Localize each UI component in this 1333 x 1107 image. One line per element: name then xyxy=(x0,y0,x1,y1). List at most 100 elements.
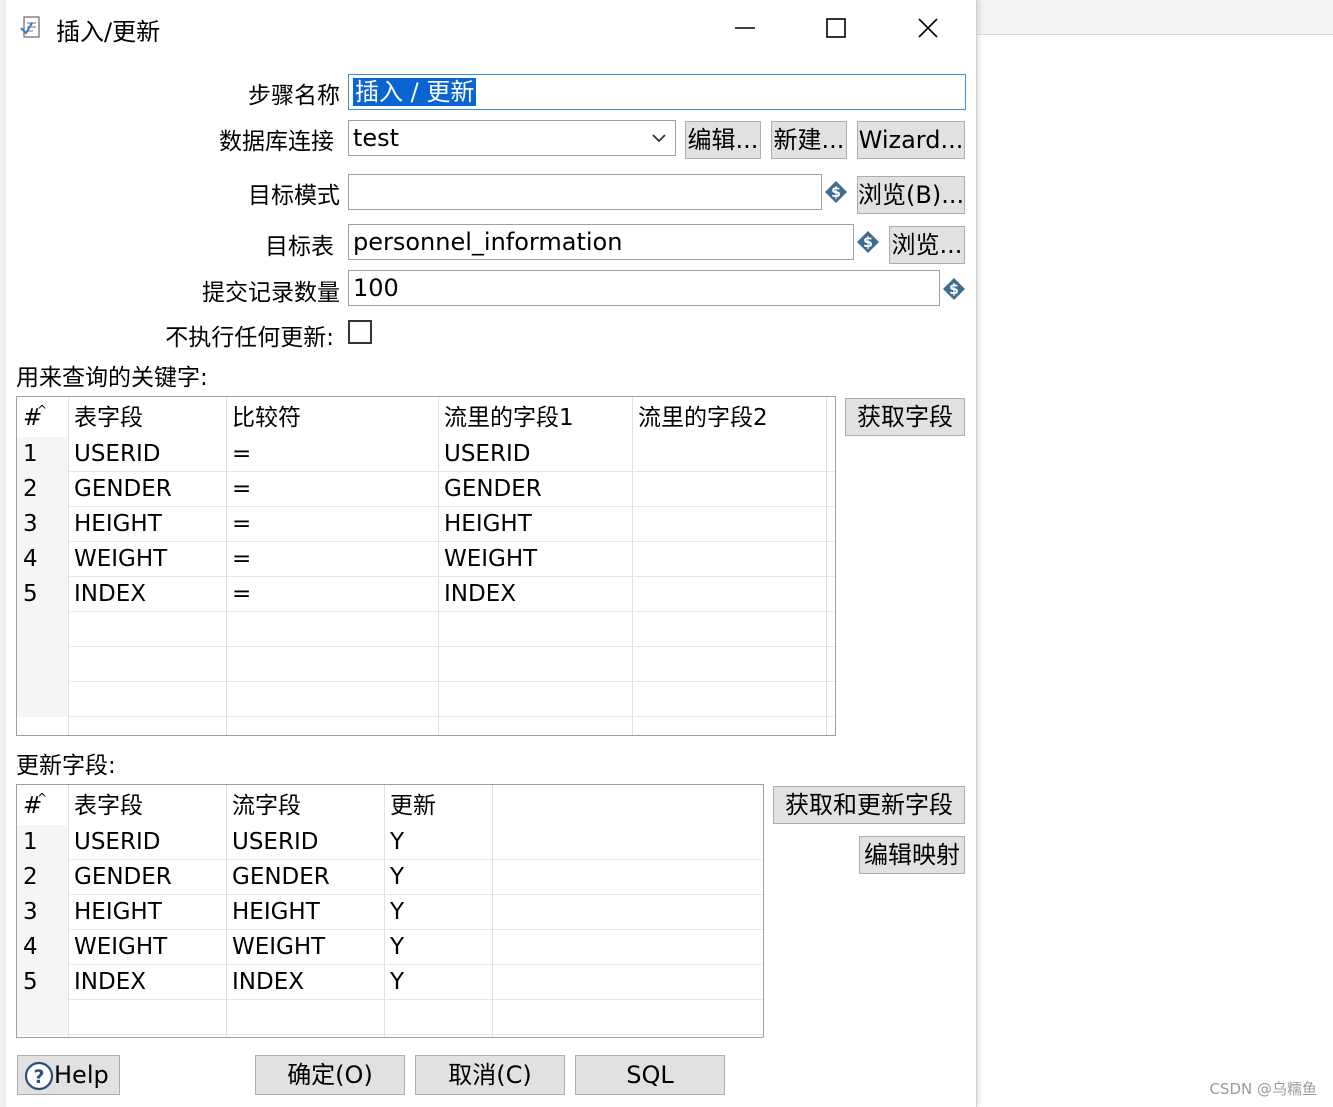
row-number: 5 xyxy=(17,965,68,1000)
stream-field1-cell[interactable]: GENDER xyxy=(438,472,542,507)
comparator-cell[interactable]: = xyxy=(226,507,251,542)
stream-field1-cell[interactable]: USERID xyxy=(438,437,530,472)
table-field-cell[interactable]: GENDER xyxy=(68,860,172,895)
title-bar: 插入/更新 xyxy=(6,0,976,56)
stream-field1-cell[interactable]: HEIGHT xyxy=(438,507,532,542)
table-field-cell[interactable]: INDEX xyxy=(68,577,146,612)
column-header[interactable]: 流里的字段2 xyxy=(632,401,768,436)
table-header-row: # ^ 表字段 流字段 更新 xyxy=(17,789,763,824)
table-field-cell[interactable]: INDEX xyxy=(68,965,146,1000)
comparator-cell[interactable]: = xyxy=(226,437,251,472)
row-number xyxy=(17,647,68,682)
row-number: 1 xyxy=(17,437,68,472)
stream-field-cell[interactable]: INDEX xyxy=(226,965,304,1000)
stream-field-cell[interactable]: WEIGHT xyxy=(226,930,325,965)
row-number xyxy=(17,612,68,647)
table-row[interactable]: 5 INDEX INDEX Y xyxy=(17,965,763,1000)
table-row[interactable]: 3 HEIGHT = HEIGHT xyxy=(17,507,835,542)
column-header[interactable]: 流字段 xyxy=(226,789,301,824)
chevron-down-icon xyxy=(652,134,666,143)
table-field-cell[interactable]: HEIGHT xyxy=(68,895,162,930)
table-field-cell[interactable]: USERID xyxy=(68,437,160,472)
variable-icon[interactable]: $ xyxy=(824,180,848,204)
new-connection-button[interactable]: 新建... xyxy=(771,121,847,159)
stream-field-cell[interactable]: HEIGHT xyxy=(226,895,320,930)
keys-table[interactable]: # ^ 表字段 比较符 流里的字段1 流里的字段2 1 USERID = USE… xyxy=(16,396,836,736)
wizard-button[interactable]: Wizard... xyxy=(857,121,965,159)
table-field-cell[interactable]: HEIGHT xyxy=(68,507,162,542)
edit-connection-button[interactable]: 编辑... xyxy=(685,121,761,159)
step-name-input[interactable]: 插入 / 更新 xyxy=(348,74,966,110)
row-number: 2 xyxy=(17,860,68,895)
table-field-cell[interactable]: USERID xyxy=(68,825,160,860)
target-table-input[interactable]: personnel_information xyxy=(348,224,854,260)
variable-icon[interactable]: $ xyxy=(942,277,966,301)
help-icon: ? xyxy=(24,1061,54,1091)
table-row-empty[interactable] xyxy=(17,682,835,717)
stream-field1-cell[interactable]: WEIGHT xyxy=(438,542,537,577)
column-header[interactable]: 表字段 xyxy=(68,401,143,436)
update-flag-cell[interactable]: Y xyxy=(384,860,404,895)
target-table-label: 目标表 xyxy=(265,234,334,260)
stream-field2-cell[interactable] xyxy=(632,437,638,472)
variable-icon[interactable]: $ xyxy=(856,230,880,254)
table-row[interactable]: 4 WEIGHT WEIGHT Y xyxy=(17,930,763,965)
db-connection-combo[interactable]: test xyxy=(348,120,676,156)
table-field-cell[interactable]: WEIGHT xyxy=(68,542,167,577)
browse-schema-button[interactable]: 浏览(B)... xyxy=(857,176,965,214)
close-button[interactable] xyxy=(905,10,951,46)
column-header[interactable]: 流里的字段1 xyxy=(438,401,574,436)
stream-field2-cell[interactable] xyxy=(632,542,638,577)
table-row[interactable]: 3 HEIGHT HEIGHT Y xyxy=(17,895,763,930)
table-row[interactable]: 4 WEIGHT = WEIGHT xyxy=(17,542,835,577)
update-flag-cell[interactable]: Y xyxy=(384,895,404,930)
table-header-row: # ^ 表字段 比较符 流里的字段1 流里的字段2 xyxy=(17,401,835,436)
row-number xyxy=(17,1000,68,1035)
stream-field2-cell[interactable] xyxy=(632,577,638,612)
get-fields-button[interactable]: 获取字段 xyxy=(845,398,965,436)
maximize-button[interactable] xyxy=(813,10,859,46)
minimize-button[interactable] xyxy=(722,10,768,46)
ok-button[interactable]: 确定(O) xyxy=(255,1055,405,1095)
table-row[interactable]: 1 USERID = USERID xyxy=(17,437,835,472)
comparator-cell[interactable]: = xyxy=(226,577,251,612)
commit-size-label: 提交记录数量 xyxy=(202,280,340,306)
commit-size-input[interactable]: 100 xyxy=(348,270,940,306)
table-row-empty[interactable] xyxy=(17,647,835,682)
table-row[interactable]: 2 GENDER = GENDER xyxy=(17,472,835,507)
browse-table-button[interactable]: 浏览... xyxy=(889,226,965,264)
comparator-cell[interactable]: = xyxy=(226,542,251,577)
column-header[interactable]: 比较符 xyxy=(226,401,301,436)
table-field-cell[interactable]: GENDER xyxy=(68,472,172,507)
cancel-button[interactable]: 取消(C) xyxy=(415,1055,565,1095)
stream-field2-cell[interactable] xyxy=(632,472,638,507)
no-update-checkbox[interactable] xyxy=(348,320,372,344)
stream-field-cell[interactable]: GENDER xyxy=(226,860,330,895)
table-row-empty[interactable] xyxy=(17,612,835,647)
stream-field1-cell[interactable]: INDEX xyxy=(438,577,516,612)
column-header[interactable]: 更新 xyxy=(384,789,436,824)
target-schema-input[interactable] xyxy=(348,174,822,210)
step-name-value: 插入 / 更新 xyxy=(353,78,477,106)
comparator-cell[interactable]: = xyxy=(226,472,251,507)
update-flag-cell[interactable]: Y xyxy=(384,930,404,965)
get-update-fields-button[interactable]: 获取和更新字段 xyxy=(773,786,965,824)
edit-mapping-button[interactable]: 编辑映射 xyxy=(859,836,965,874)
table-field-cell[interactable]: WEIGHT xyxy=(68,930,167,965)
column-header[interactable]: 表字段 xyxy=(68,789,143,824)
update-table[interactable]: # ^ 表字段 流字段 更新 1 USERID USERID Y 2 GENDE… xyxy=(16,784,764,1038)
table-row[interactable]: 2 GENDER GENDER Y xyxy=(17,860,763,895)
svg-text:$: $ xyxy=(831,185,841,201)
sql-button[interactable]: SQL xyxy=(575,1055,725,1095)
update-flag-cell[interactable]: Y xyxy=(384,825,404,860)
help-button[interactable]: ? Help xyxy=(17,1055,120,1095)
table-row-empty[interactable] xyxy=(17,1000,763,1035)
table-row[interactable]: 1 USERID USERID Y xyxy=(17,825,763,860)
stream-field2-cell[interactable] xyxy=(632,507,638,542)
row-number: 5 xyxy=(17,577,68,612)
stream-field-cell[interactable]: USERID xyxy=(226,825,318,860)
table-row[interactable]: 5 INDEX = INDEX xyxy=(17,577,835,612)
combo-dropdown-button[interactable] xyxy=(643,121,675,155)
row-number: 4 xyxy=(17,930,68,965)
update-flag-cell[interactable]: Y xyxy=(384,965,404,1000)
